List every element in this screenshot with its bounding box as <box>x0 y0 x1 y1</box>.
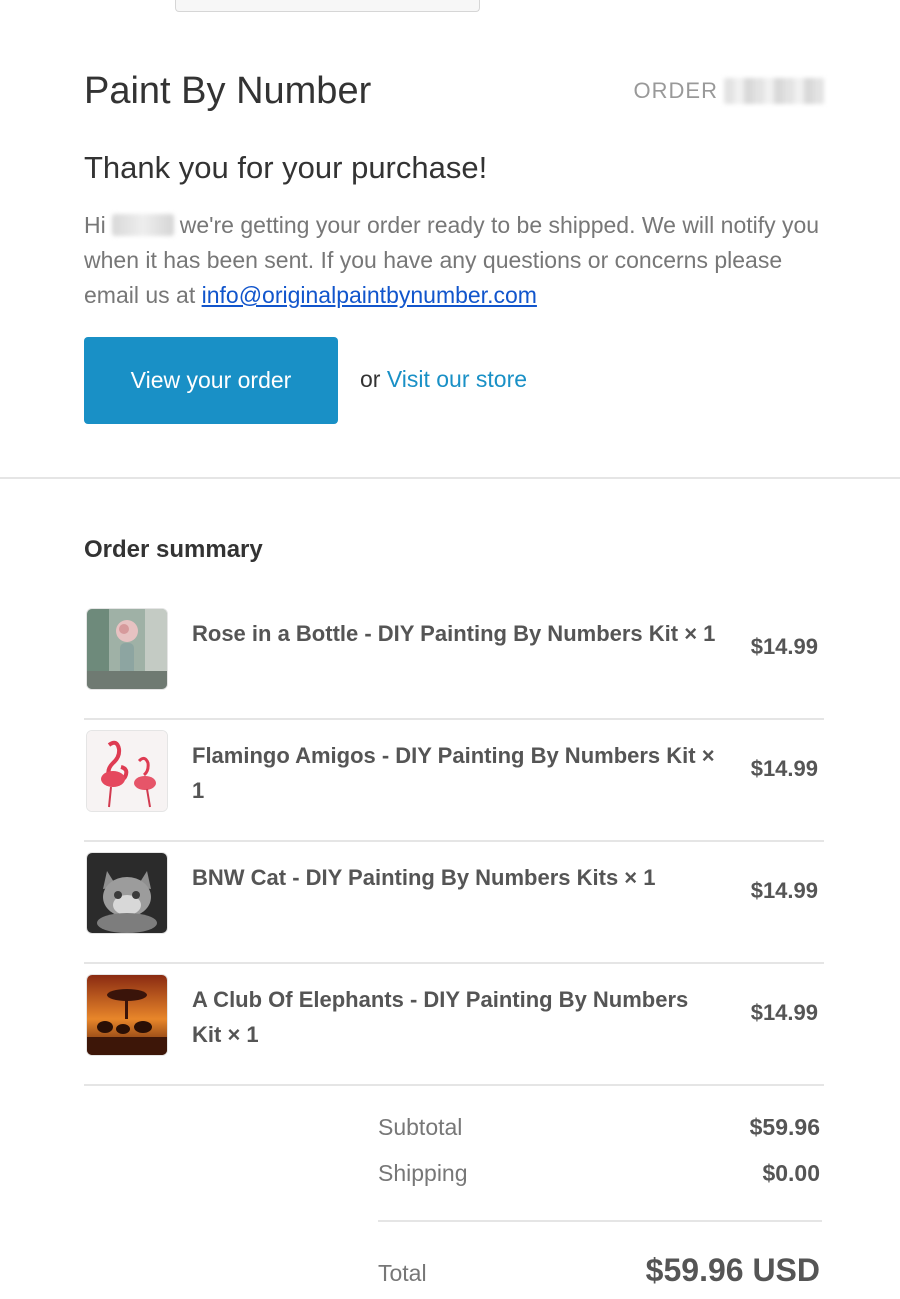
elephants-thumbnail <box>86 974 168 1056</box>
intro-paragraph: Hi we're getting your order ready to be s… <box>84 208 824 313</box>
subtotal-value: $59.96 <box>749 1114 820 1140</box>
subtotal-row: Subtotal $59.96 <box>378 1110 822 1156</box>
greeting-text: Hi <box>84 212 106 238</box>
item-price: $14.99 <box>750 878 818 903</box>
order-number-redacted <box>724 78 824 104</box>
order-summary-title: Order summary <box>84 536 263 563</box>
shop-name: Paint By Number <box>84 70 372 112</box>
item-title: Flamingo Amigos - DIY Painting By Number… <box>192 743 715 803</box>
section-divider <box>0 477 900 479</box>
list-item: A Club Of Elephants - DIY Painting By Nu… <box>84 964 824 1086</box>
order-totals: Subtotal $59.96 Shipping $0.00 Total $59… <box>378 1110 822 1292</box>
view-order-button[interactable]: View your order <box>84 337 338 424</box>
order-label: ORDER <box>633 78 718 103</box>
browser-strip <box>175 0 480 12</box>
total-value: $59.96 USD <box>645 1252 820 1288</box>
support-email-link[interactable]: info@originalpaintbynumber.com <box>202 282 537 308</box>
customer-name-redacted <box>111 214 174 236</box>
item-price: $14.99 <box>750 634 818 659</box>
total-row: Total $59.96 USD <box>378 1222 822 1292</box>
item-title: A Club Of Elephants - DIY Painting By Nu… <box>192 987 689 1047</box>
list-item: Flamingo Amigos - DIY Painting By Number… <box>84 720 824 842</box>
item-price: $14.99 <box>750 1000 818 1025</box>
shipping-row: Shipping $0.00 <box>378 1156 822 1202</box>
cat-thumbnail <box>86 852 168 934</box>
shipping-label: Shipping <box>378 1160 468 1186</box>
item-price: $14.99 <box>750 756 818 781</box>
subtotal-label: Subtotal <box>378 1114 463 1140</box>
shipping-value: $0.00 <box>762 1160 820 1186</box>
list-item: Rose in a Bottle - DIY Painting By Numbe… <box>84 598 824 720</box>
list-item: BNW Cat - DIY Painting By Numbers Kits ×… <box>84 842 824 964</box>
visit-store-link[interactable]: Visit our store <box>387 366 527 392</box>
thank-you-heading: Thank you for your purchase! <box>84 150 488 185</box>
item-title: Rose in a Bottle - DIY Painting By Numbe… <box>192 621 716 646</box>
store-link-group: or Visit our store <box>360 366 527 393</box>
order-items-list: Rose in a Bottle - DIY Painting By Numbe… <box>84 598 824 1086</box>
item-title: BNW Cat - DIY Painting By Numbers Kits ×… <box>192 865 656 890</box>
total-label: Total <box>378 1260 427 1286</box>
flamingo-thumbnail <box>86 730 168 812</box>
email-header: Paint By Number ORDER <box>84 70 824 120</box>
rose-bottle-thumbnail <box>86 608 168 690</box>
or-text: or <box>360 366 381 392</box>
